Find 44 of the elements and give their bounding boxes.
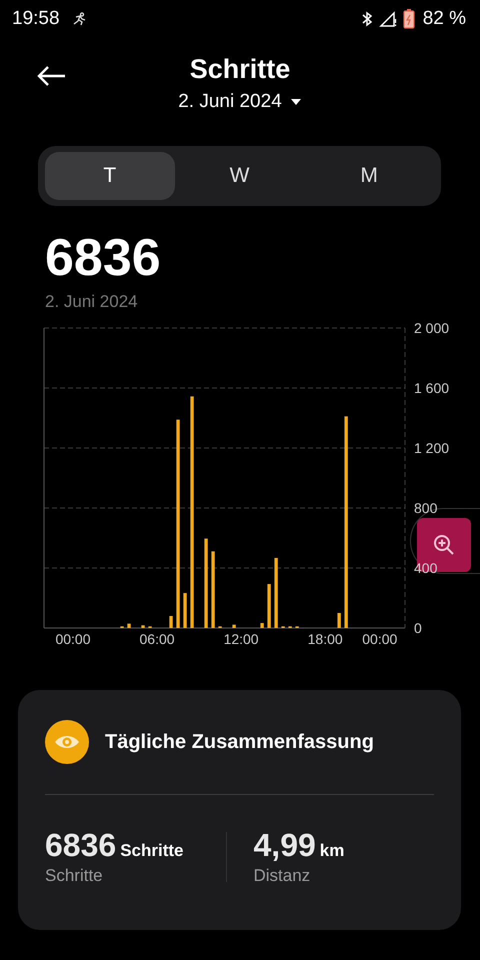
x-tick-label: 12:00 [224,631,259,647]
signal-icon [378,11,397,27]
period-tab[interactable]: T [45,152,175,200]
stat-value: 4,99 [254,827,316,864]
summary-title: Tägliche Zusammenfassung [105,730,374,754]
date-dropdown[interactable]: 2. Juni 2024 [178,91,302,113]
step-bar [127,624,131,628]
bluetooth-icon [360,11,373,27]
step-total: 6836 [45,230,162,286]
step-bar [337,613,341,628]
x-tick-label: 06:00 [140,631,175,647]
x-tick-label: 18:00 [308,631,343,647]
step-bar [183,593,187,628]
stat-label: Distanz [254,866,312,886]
y-tick-label: 1 200 [414,440,450,456]
y-tick-label: 1 600 [414,380,450,396]
x-tick-label: 00:00 [55,631,91,647]
eye-icon [45,720,89,764]
caret-icon [290,98,302,106]
step-bar [232,624,236,628]
runner-icon [72,12,88,26]
stat-value: 6836 [45,827,116,864]
step-bar [274,558,278,628]
step-bar [267,584,271,628]
period-tab[interactable]: M [304,152,434,200]
battery-icon [402,9,415,29]
status-time: 19:58 [12,8,60,30]
page-title: Schritte [190,54,290,85]
x-tick-label: 00:00 [362,631,398,647]
back-button[interactable] [36,65,66,87]
battery-percent: 82 % [422,8,466,30]
back-arrow-icon [36,65,66,87]
total-date: 2. Juni 2024 [45,292,139,312]
y-tick-label: 0 [414,620,422,636]
zoom-in-icon [432,533,456,557]
y-tick-label: 2 000 [414,320,450,336]
step-bar [141,625,145,628]
stat-unit: km [320,841,344,861]
y-tick-label: 800 [414,500,438,516]
step-bar [169,616,173,628]
stat-unit: Schritte [120,841,184,861]
stat-label: Schritte [45,866,104,886]
period-tab[interactable]: W [174,152,304,200]
step-bar [260,623,264,628]
